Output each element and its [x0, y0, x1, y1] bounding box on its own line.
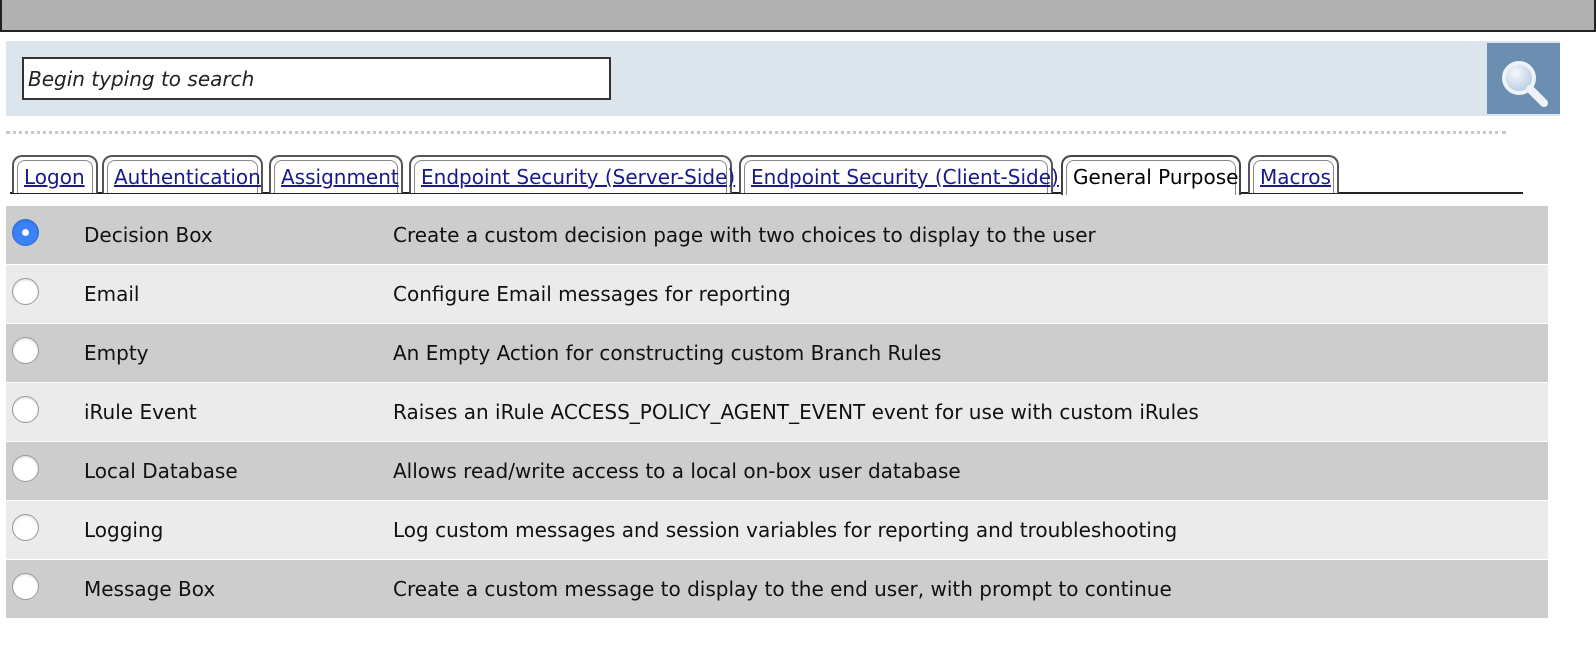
item-name: Decision Box	[84, 223, 213, 247]
item-name: iRule Event	[84, 400, 197, 424]
tab-macros[interactable]: Macros	[1248, 155, 1339, 193]
magnifier-icon	[1501, 61, 1548, 107]
tab-assignment[interactable]: Assignment	[269, 155, 403, 193]
item-description: Configure Email messages for reporting	[393, 282, 791, 306]
item-description: Raises an iRule ACCESS_POLICY_AGENT_EVEN…	[393, 400, 1199, 424]
list-item[interactable]: Message Box Create a custom message to d…	[6, 560, 1548, 619]
item-description: Allows read/write access to a local on-b…	[393, 459, 961, 483]
item-description: Create a custom decision page with two c…	[393, 223, 1096, 247]
tab-endpoint-security-client[interactable]: Endpoint Security (Client-Side)	[739, 155, 1059, 193]
tab-endpoint-security-server[interactable]: Endpoint Security (Server-Side)	[409, 155, 736, 193]
search-button[interactable]	[1487, 43, 1560, 114]
tab-label: General Purpose	[1073, 165, 1239, 189]
radio-button[interactable]	[12, 219, 39, 246]
item-description: An Empty Action for constructing custom …	[393, 341, 942, 365]
search-input[interactable]	[22, 57, 611, 100]
tab-authentication[interactable]: Authentication	[102, 155, 263, 193]
agent-list: Decision Box Create a custom decision pa…	[6, 206, 1548, 619]
item-description: Log custom messages and session variable…	[393, 518, 1178, 542]
list-item[interactable]: Email Configure Email messages for repor…	[6, 265, 1548, 324]
tab-general-purpose[interactable]: General Purpose	[1061, 155, 1241, 195]
dotted-separator	[6, 131, 1506, 134]
radio-button[interactable]	[12, 396, 39, 423]
item-name: Logging	[84, 518, 164, 542]
radio-button[interactable]	[12, 455, 39, 482]
item-name: Empty	[84, 341, 149, 365]
tab-label: Endpoint Security (Server-Side)	[421, 165, 736, 189]
tab-label: Macros	[1260, 165, 1331, 189]
radio-button[interactable]	[12, 278, 39, 305]
list-item[interactable]: iRule Event Raises an iRule ACCESS_POLIC…	[6, 383, 1548, 442]
item-name: Email	[84, 282, 140, 306]
search-area	[6, 41, 1560, 116]
radio-button[interactable]	[12, 514, 39, 541]
list-item[interactable]: Decision Box Create a custom decision pa…	[6, 206, 1548, 265]
tab-strip: Logon Authentication Assignment Endpoint…	[10, 155, 1523, 195]
tab-label: Endpoint Security (Client-Side)	[751, 165, 1059, 189]
radio-button[interactable]	[12, 337, 39, 364]
item-name: Local Database	[84, 459, 238, 483]
list-item[interactable]: Local Database Allows read/write access …	[6, 442, 1548, 501]
item-description: Create a custom message to display to th…	[393, 577, 1172, 601]
radio-button[interactable]	[12, 573, 39, 600]
tab-label: Authentication	[114, 165, 261, 189]
tab-label: Assignment	[281, 165, 399, 189]
item-name: Message Box	[84, 577, 216, 601]
top-bar	[0, 0, 1596, 32]
list-item[interactable]: Logging Log custom messages and session …	[6, 501, 1548, 560]
tab-label: Logon	[24, 165, 85, 189]
list-item[interactable]: Empty An Empty Action for constructing c…	[6, 324, 1548, 383]
tab-logon[interactable]: Logon	[12, 155, 98, 193]
